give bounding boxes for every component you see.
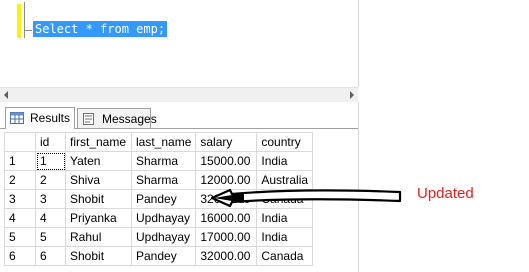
cell-id[interactable]: 5 [35,227,66,247]
row-number[interactable]: 6 [4,246,36,266]
scroll-left-arrow-icon[interactable] [4,91,8,99]
cell-id[interactable]: 3 [35,189,66,209]
column-header-salary[interactable]: salary [195,132,258,152]
query-editor[interactable]: Select * from emp; [0,0,359,87]
cell-country[interactable]: Australia [256,170,314,190]
cell-first-name[interactable]: Shobit [65,189,132,209]
column-header-last-name[interactable]: last_name [130,132,197,152]
cell-salary[interactable]: 32000.00 [195,189,258,209]
cell-country[interactable]: Canada [256,246,314,266]
results-tabstrip: Results Messages [0,102,358,129]
cell-last-name[interactable]: Sharma [130,151,197,171]
tab-messages-label: Messages [102,112,157,126]
row-number[interactable]: 4 [4,208,36,228]
results-pane: Results Messages id first_name last_name… [0,102,359,272]
row-number[interactable]: 5 [4,227,36,247]
query-text[interactable]: Select * from emp; [33,21,168,37]
table-row[interactable]: 5 5 Rahul Updhayay 17000.00 India [4,227,314,247]
cell-first-name[interactable]: Rahul [65,227,132,247]
cell-salary[interactable]: 32000.00 [195,246,258,266]
table-row[interactable]: 4 4 Priyanka Updhayay 16000.00 India [4,208,314,228]
row-number[interactable]: 1 [4,151,36,171]
cell-first-name[interactable]: Shobit [65,246,132,266]
tab-messages[interactable]: Messages [77,108,157,128]
grid-icon [10,112,24,124]
table-row[interactable]: 3 3 Shobit Pandey 32000.00 Canada [4,189,314,209]
grid-header-row: id first_name last_name salary country [4,132,314,152]
message-icon [83,113,94,125]
row-number[interactable]: 2 [4,170,36,190]
table-row[interactable]: 6 6 Shobit Pandey 32000.00 Canada [4,246,314,266]
cell-id[interactable]: 2 [35,170,66,190]
table-row[interactable]: 2 2 Shiva Sharma 12000.00 Australia [4,170,314,190]
tab-results[interactable]: Results [5,107,75,129]
cell-salary[interactable]: 17000.00 [195,227,258,247]
cell-id[interactable]: 4 [35,208,66,228]
cell-id[interactable]: 1 [35,151,66,171]
change-margin [17,4,21,38]
cell-first-name[interactable]: Shiva [65,170,132,190]
cell-id[interactable]: 6 [35,246,66,266]
cell-salary[interactable]: 12000.00 [195,170,258,190]
editor-horizontal-scrollbar[interactable] [0,87,358,102]
cell-first-name[interactable]: Yaten [65,151,132,171]
outline-line [24,2,25,38]
cell-salary[interactable]: 16000.00 [195,208,258,228]
cell-country[interactable]: Canada [256,189,314,209]
cell-last-name[interactable]: Updhayay [130,227,197,247]
cell-country[interactable]: India [256,227,314,247]
outline-tick [24,30,32,31]
cell-country[interactable]: India [256,151,314,171]
cell-last-name[interactable]: Updhayay [130,208,197,228]
row-number-header[interactable] [4,132,36,152]
annotation-label: Updated [417,185,474,202]
cell-last-name[interactable]: Sharma [130,170,197,190]
column-header-first-name[interactable]: first_name [65,132,132,152]
table-row[interactable]: 1 1 Yaten Sharma 15000.00 India [4,151,314,171]
cell-last-name[interactable]: Pandey [130,246,197,266]
column-header-country[interactable]: country [256,132,314,152]
cell-country[interactable]: India [256,208,314,228]
cell-first-name[interactable]: Priyanka [65,208,132,228]
cell-salary[interactable]: 15000.00 [195,151,258,171]
results-grid[interactable]: id first_name last_name salary country 1… [4,132,314,266]
scroll-right-arrow-icon[interactable] [350,91,354,99]
tab-results-label: Results [30,111,71,125]
cell-last-name[interactable]: Pandey [130,189,197,209]
row-number[interactable]: 3 [4,189,36,209]
column-header-id[interactable]: id [35,132,66,152]
